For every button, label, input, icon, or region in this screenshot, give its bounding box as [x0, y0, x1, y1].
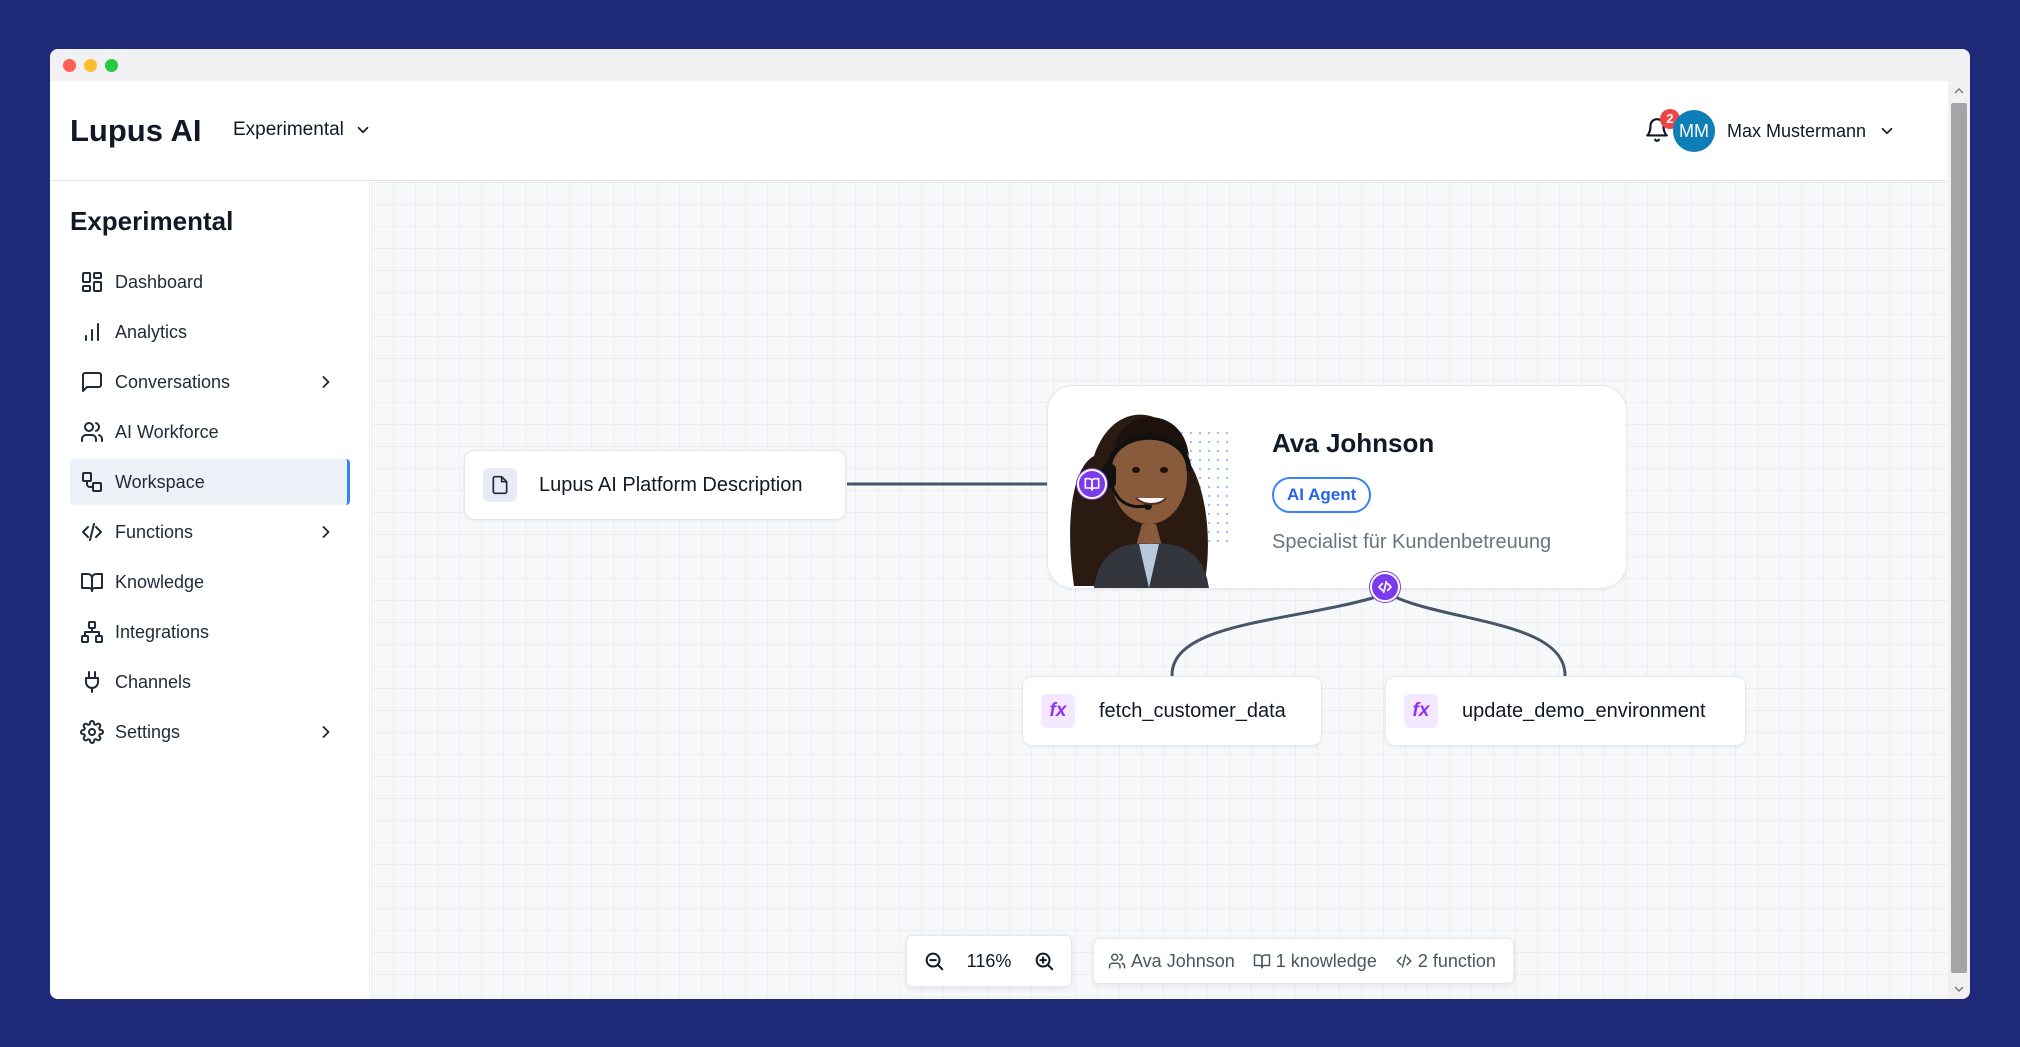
sidebar-item-dashboard[interactable]: Dashboard	[70, 259, 350, 305]
sidebar: Experimental Dashboard Analytics Convers…	[50, 182, 370, 999]
knowledge-node[interactable]: Lupus AI Platform Description	[464, 450, 846, 520]
chevron-right-icon	[316, 722, 336, 742]
app: Lupus AI Experimental 2 MM Max Musterman…	[50, 81, 1948, 999]
sidebar-item-workspace[interactable]: Workspace	[70, 459, 350, 505]
sidebar-title: Experimental	[70, 206, 234, 236]
zoom-in-button[interactable]	[1033, 950, 1055, 972]
close-window-button[interactable]	[63, 59, 76, 72]
sidebar-item-ai-workforce[interactable]: AI Workforce	[70, 409, 350, 455]
function-node-label: fetch_customer_data	[1099, 699, 1286, 722]
stat-agent-label: Ava Johnson	[1131, 950, 1235, 971]
sidebar-item-label: Workspace	[115, 471, 205, 492]
zoom-in-icon	[1035, 952, 1054, 971]
function-node[interactable]: fx update_demo_environment	[1385, 676, 1746, 746]
notifications-button[interactable]: 2	[1644, 109, 1680, 145]
function-icon: fx	[1404, 694, 1438, 728]
avatar: MM	[1672, 110, 1715, 152]
minimize-window-button[interactable]	[84, 59, 97, 72]
sidebar-item-label: Functions	[115, 521, 194, 542]
zoom-controls: 116%	[906, 935, 1072, 987]
agent-node[interactable]: Ava Johnson AI Agent Specialist für Kund…	[1047, 385, 1627, 589]
graph-edges	[847, 482, 1567, 677]
scrollbar-thumb[interactable]	[1951, 103, 1967, 973]
sidebar-nav: Dashboard Analytics Conversations AI Wor…	[70, 259, 350, 759]
sidebar-item-settings[interactable]: Settings	[70, 709, 350, 755]
sidebar-item-channels[interactable]: Channels	[70, 659, 350, 705]
code-icon	[80, 520, 104, 544]
book-icon	[1084, 477, 1100, 491]
function-node-label: update_demo_environment	[1462, 699, 1706, 722]
function-node[interactable]: fx fetch_customer_data	[1022, 676, 1322, 746]
functions-connection-handle[interactable]	[1370, 572, 1400, 602]
analytics-icon	[80, 320, 104, 344]
workspace-icon	[80, 470, 104, 494]
network-icon	[80, 620, 104, 644]
sidebar-item-analytics[interactable]: Analytics	[70, 309, 350, 355]
sidebar-item-label: Analytics	[115, 321, 188, 342]
scroll-down-icon[interactable]	[1953, 983, 1965, 995]
stat-knowledge: 1 knowledge	[1253, 951, 1377, 972]
book-icon	[1253, 954, 1270, 969]
sidebar-item-label: AI Workforce	[115, 421, 219, 442]
function-icon: fx	[1041, 694, 1075, 728]
sidebar-item-label: Channels	[115, 671, 192, 692]
user-name: Max Mustermann	[1726, 120, 1866, 141]
sidebar-item-label: Settings	[115, 721, 181, 742]
sidebar-item-label: Integrations	[115, 621, 210, 642]
chevron-right-icon	[316, 372, 336, 392]
document-icon	[483, 468, 517, 502]
knowledge-connection-handle[interactable]	[1077, 469, 1107, 499]
sidebar-item-functions[interactable]: Functions	[70, 509, 350, 555]
sidebar-item-integrations[interactable]: Integrations	[70, 609, 350, 655]
agent-role: Specialist für Kundenbetreuung	[1272, 531, 1552, 553]
zoom-out-button[interactable]	[923, 950, 945, 972]
sidebar-item-label: Knowledge	[115, 571, 205, 592]
code-icon	[1378, 580, 1392, 594]
maximize-window-button[interactable]	[105, 59, 118, 72]
workspace-canvas[interactable]: Lupus AI Platform Description Ava Johnso…	[371, 182, 1948, 999]
users-icon	[80, 420, 104, 444]
environment-selector[interactable]: Experimental	[233, 119, 372, 141]
chevron-down-icon	[357, 126, 369, 134]
book-icon	[80, 570, 104, 594]
edge-agent-function-2	[1394, 595, 1567, 677]
top-header: Lupus AI Experimental 2 MM Max Musterman…	[50, 81, 1948, 181]
browser-window: Lupus AI Experimental 2 MM Max Musterman…	[50, 49, 1970, 999]
sidebar-item-conversations[interactable]: Conversations	[70, 359, 350, 405]
code-icon	[1396, 954, 1412, 968]
plug-icon	[80, 670, 104, 694]
agent-type-badge: AI Agent	[1272, 477, 1372, 513]
agent-name: Ava Johnson	[1272, 428, 1435, 458]
scroll-up-icon[interactable]	[1953, 85, 1965, 97]
sidebar-item-label: Dashboard	[115, 271, 204, 292]
zoom-out-icon	[925, 952, 944, 971]
sidebar-item-label: Conversations	[115, 371, 231, 392]
sidebar-item-knowledge[interactable]: Knowledge	[70, 559, 350, 605]
gear-icon	[80, 720, 104, 744]
agent-info: Ava Johnson AI Agent Specialist für Kund…	[1234, 386, 1551, 588]
zoom-level: 116%	[966, 950, 1012, 971]
user-menu[interactable]: MM Max Mustermann	[1672, 110, 1896, 152]
knowledge-node-label: Lupus AI Platform Description	[539, 473, 803, 496]
stat-functions-label: 2 function	[1417, 950, 1496, 971]
dashboard-icon	[80, 270, 104, 294]
stat-agent: Ava Johnson	[1108, 951, 1235, 972]
users-icon	[1108, 953, 1126, 969]
vertical-scrollbar[interactable]	[1948, 81, 1970, 999]
stat-knowledge-label: 1 knowledge	[1275, 950, 1377, 971]
stat-functions: 2 function	[1395, 951, 1496, 972]
graph-stats-bar: Ava Johnson 1 knowledge 2 function	[1093, 938, 1514, 984]
chat-icon	[80, 370, 104, 394]
edge-agent-function-1	[1170, 595, 1377, 677]
chevron-down-icon	[1881, 127, 1893, 135]
chevron-right-icon	[316, 522, 336, 542]
window-chrome	[50, 49, 1970, 81]
brand-logo[interactable]: Lupus AI	[70, 113, 201, 149]
environment-label: Experimental	[233, 119, 344, 140]
